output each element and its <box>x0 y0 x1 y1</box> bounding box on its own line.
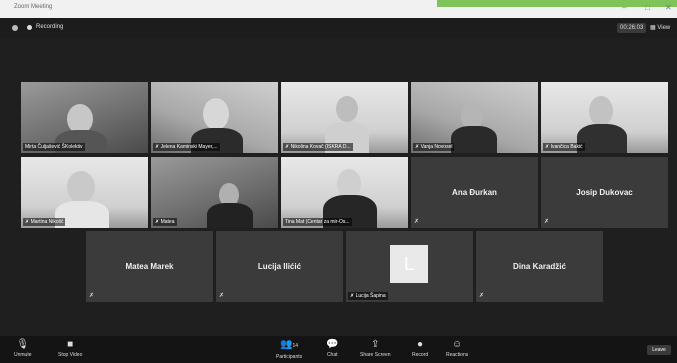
video-camera-icon: ■ <box>67 339 74 350</box>
meeting-toolbar: 🎙 Unmute ■ Stop Video 👥14 Participants 💬… <box>0 336 677 363</box>
participants-button[interactable]: 👥14 Participants <box>276 338 302 361</box>
chat-button[interactable]: 💬 Chat <box>326 338 338 359</box>
participant-display-name: Matea Marek <box>125 262 174 271</box>
participant-tile[interactable]: ✗ Nikolina Kovač (ISKRA D... <box>281 82 408 153</box>
security-shield-icon[interactable] <box>12 25 18 31</box>
participant-tile[interactable]: Ana Đurkan ✗ <box>411 157 538 228</box>
close-button[interactable]: ✕ <box>665 3 672 12</box>
participant-tile[interactable]: Josip Dukovac ✗ <box>541 157 668 228</box>
participant-name: ✗ Nikolina Kovač (ISKRA D... <box>283 143 353 151</box>
participant-tile[interactable]: L ✗ Lucija Šapina <box>346 231 473 302</box>
mic-muted-icon: ✗ <box>544 219 550 225</box>
mic-muted-icon: ✗ <box>479 293 485 299</box>
video-gallery: Mirta Čuljašević ŠKolektiv ✗ Jelena Kami… <box>0 38 677 336</box>
leave-button[interactable]: Leave <box>647 345 671 355</box>
participant-tile[interactable]: Mirta Čuljašević ŠKolektiv <box>21 82 148 153</box>
participant-tile[interactable]: Matea Marek ✗ <box>86 231 213 302</box>
stop-video-button[interactable]: ■ Stop Video <box>58 338 82 359</box>
participant-name: Mirta Čuljašević ŠKolektiv <box>23 143 85 151</box>
mic-muted-icon: ✗ <box>219 293 225 299</box>
participant-tile[interactable]: Lucija Ilićić ✗ <box>216 231 343 302</box>
record-icon: ● <box>417 339 424 350</box>
view-label: View <box>657 25 671 31</box>
participant-tile[interactable]: Dina Karadžić ✗ <box>476 231 603 302</box>
participant-name: Tina Mat (Centar za mir-Os... <box>283 218 352 226</box>
window-title: Zoom Meeting <box>14 4 53 10</box>
avatar: L <box>390 245 428 283</box>
participant-tile[interactable]: ✗ Jelena Kaminski Mayer,... <box>151 82 278 153</box>
accent-bar <box>437 0 677 7</box>
record-button[interactable]: ● Record <box>412 338 428 359</box>
mic-muted-icon: ✗ <box>89 293 95 299</box>
chat-icon: 💬 <box>326 339 339 350</box>
participant-tile[interactable]: ✗ Matea <box>151 157 278 228</box>
share-screen-icon: ⇪ <box>371 339 380 350</box>
recording-label: Recording <box>36 24 64 30</box>
participant-name: ✗ Ivančica Bakić <box>543 143 585 151</box>
participants-icon: 👥 <box>280 339 293 350</box>
minimize-button[interactable]: – <box>622 3 626 12</box>
participant-display-name: Lucija Ilićić <box>257 262 302 271</box>
participant-name: ✗ Matea <box>153 218 177 226</box>
share-screen-button[interactable]: ⇪ Share Screen <box>360 338 391 359</box>
participants-count: 14 <box>292 343 299 349</box>
participant-name: ✗ Jelena Kaminski Mayer,... <box>153 143 220 151</box>
unmute-button[interactable]: 🎙 Unmute <box>14 338 32 359</box>
microphone-muted-icon: 🎙 <box>16 339 30 350</box>
participant-name: ✗ Martina Nikolić <box>23 218 66 226</box>
recording-icon <box>27 25 32 30</box>
meeting-topbar: Recording 00:26:03 ▦ View <box>0 18 677 38</box>
participant-display-name: Ana Đurkan <box>452 188 497 197</box>
participant-tile[interactable]: ✗ Vanja Novosel <box>411 82 538 153</box>
view-button[interactable]: ▦ View <box>650 24 670 31</box>
reactions-button[interactable]: ☺ Reactions <box>446 338 468 359</box>
reactions-icon: ☺ <box>452 339 463 350</box>
mic-muted-icon: ✗ <box>414 219 420 225</box>
participant-tile[interactable]: ✗ Martina Nikolić <box>21 157 148 228</box>
participant-display-name: Josip Dukovac <box>576 188 633 197</box>
participant-tile[interactable]: Tina Mat (Centar za mir-Os... <box>281 157 408 228</box>
meeting-timer: 00:26:03 <box>617 23 647 33</box>
maximize-button[interactable]: □ <box>645 3 650 12</box>
participant-name: ✗ Vanja Novosel <box>413 143 455 151</box>
participant-display-name: Dina Karadžić <box>513 262 566 271</box>
participant-name: ✗ Lucija Šapina <box>348 292 388 300</box>
window-titlebar: Zoom Meeting – □ ✕ <box>0 0 677 18</box>
participant-tile[interactable]: ✗ Ivančica Bakić <box>541 82 668 153</box>
